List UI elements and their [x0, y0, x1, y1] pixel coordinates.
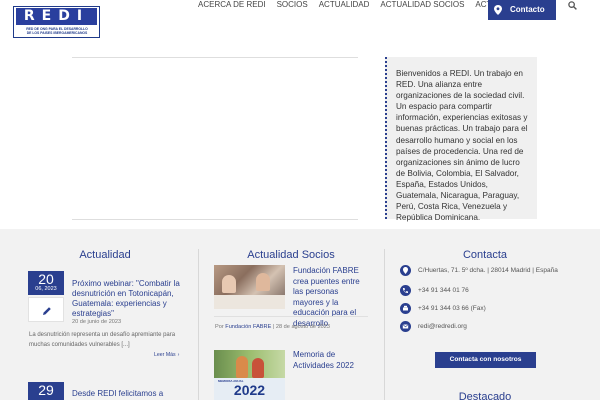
post-title-link[interactable]: Fundación FABRE crea puentes entre las p…: [293, 266, 371, 329]
contact-phone: +34 91 344 01 76: [400, 285, 585, 297]
actualidad-socios-heading: Actualidad Socios: [247, 249, 335, 261]
destacado-heading: Destacado: [458, 391, 512, 400]
contact-button[interactable]: Contacto: [488, 0, 556, 20]
fax-icon: [400, 303, 411, 314]
chevron-right-icon: ›: [177, 352, 180, 358]
site-header: REDI RED DE ONG PARA EL DESARROLLO DE LO…: [0, 0, 600, 42]
post-date: 20 de junio de 2023: [72, 319, 122, 325]
actualidad-heading: Actualidad: [79, 249, 131, 261]
welcome-text: Bienvenidos a REDI. Un trabajo en RED. U…: [396, 69, 528, 223]
post-excerpt: La desnutrición representa un desafío ap…: [29, 332, 176, 348]
nav-item-socios[interactable]: SOCIOS: [277, 0, 308, 10]
post-month-year: 06, 2023: [35, 286, 57, 292]
post-by: Por: [215, 324, 224, 330]
phone-text[interactable]: +34 91 344 01 76: [418, 287, 469, 294]
email-icon: [400, 321, 411, 332]
logo-text: REDI: [16, 8, 97, 25]
pencil-icon: [43, 307, 51, 315]
post-separator: [214, 316, 368, 317]
post-thumbnail-fabre[interactable]: [214, 265, 285, 309]
thumbnail-year: 2022: [233, 382, 266, 398]
post-thumbnail-memoria[interactable]: MEMORIA ANUAL 2022: [214, 350, 285, 400]
map-pin-icon: [400, 265, 411, 276]
post-date: 28 de agosto de 2023: [275, 324, 331, 330]
nav-item-actualidad[interactable]: ACTUALIDAD: [319, 0, 370, 10]
contact-us-button[interactable]: Contacta con nosotros: [435, 352, 536, 368]
post-author-link[interactable]: Fundación FABRE: [225, 324, 271, 330]
map-pin-icon: [494, 5, 502, 15]
contact-email: redi@redredi.org: [400, 321, 585, 333]
redi-logo[interactable]: REDI RED DE ONG PARA EL DESARROLLO DE LO…: [13, 6, 100, 38]
email-text[interactable]: redi@redredi.org: [418, 323, 467, 330]
nav-item-acerca[interactable]: ACERCA DE REDI: [198, 0, 266, 10]
post-date-badge: 20 06, 2023: [28, 271, 64, 295]
contact-button-label: Contacto: [510, 5, 545, 14]
read-more-label: Leer Más: [154, 352, 176, 358]
welcome-box: Bienvenidos a REDI. Un trabajo en RED. U…: [385, 57, 537, 222]
post-title-link[interactable]: Próximo webinar: "Combatir la desnutrici…: [72, 279, 184, 319]
fax-text: +34 91 344 03 66 (Fax): [418, 305, 486, 312]
footer-column-divider: [384, 249, 385, 400]
nav-item-actualidad-socios[interactable]: ACTUALIDAD SOCIOS: [380, 0, 464, 10]
address-text: C/Huertas, 71. 5º dcha. | 28014 Madrid |…: [418, 267, 558, 274]
contact-address: C/Huertas, 71. 5º dcha. | 28014 Madrid |…: [400, 265, 585, 277]
search-icon[interactable]: [568, 1, 577, 10]
post-format-box[interactable]: [28, 297, 64, 322]
content-divider-top: [72, 57, 358, 58]
phone-icon: [400, 285, 411, 296]
post-title-link[interactable]: Desde REDI felicitamos a: [72, 389, 184, 399]
post-day: 20: [38, 271, 54, 287]
logo-subtitle-2: DE LOS PAISES IBEROAMERICANOS: [26, 31, 88, 35]
content-divider-bottom: [72, 219, 358, 220]
footer-column-divider: [198, 249, 199, 400]
contacta-heading: Contacta: [462, 249, 508, 261]
post-date-badge: 29: [28, 382, 64, 400]
post-meta: Por Fundación FABRE | 28 de agosto de 20…: [215, 324, 331, 330]
read-more-link[interactable]: Leer Más ›: [154, 352, 179, 358]
post-title-link[interactable]: Memoria de Actividades 2022: [293, 350, 371, 371]
contact-fax: +34 91 344 03 66 (Fax): [400, 303, 585, 315]
post-day: 29: [38, 382, 54, 398]
